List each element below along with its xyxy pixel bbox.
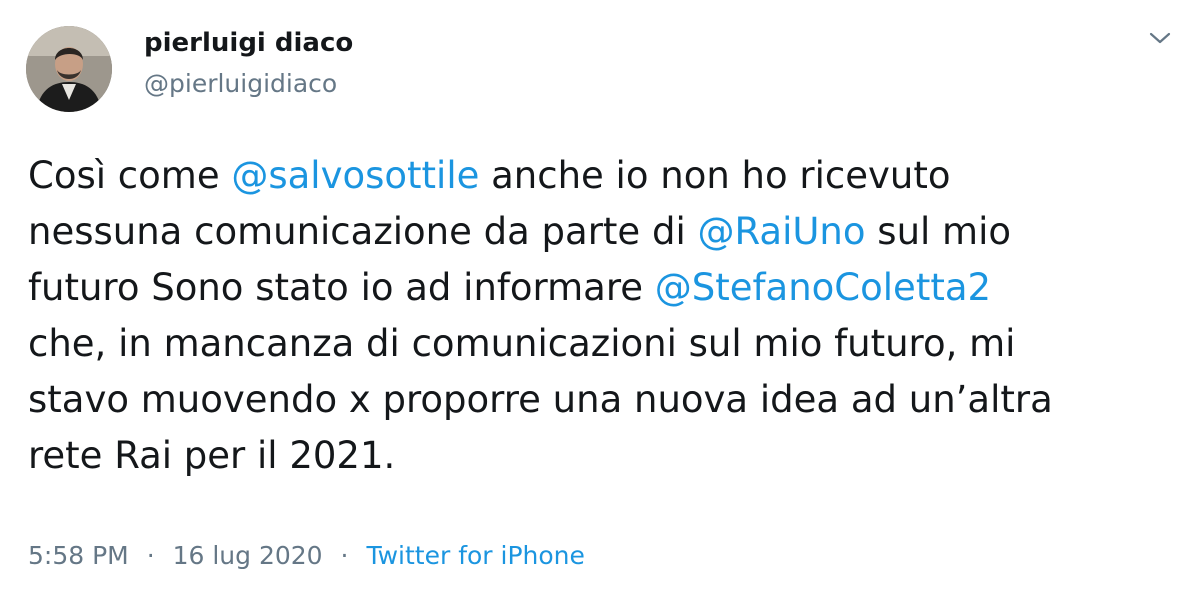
tweet-meta: 5:58 PM · 16 lug 2020 · Twitter for iPho… — [28, 536, 585, 576]
avatar-image — [26, 26, 112, 112]
meta-separator: · — [340, 541, 349, 570]
tweet-text: Così come @salvosottile anche io non ho … — [28, 148, 1178, 484]
tweet-text-segment: sul mio — [865, 210, 1012, 253]
tweet-text-segment: stavo muovendo x proporre una nuova idea… — [28, 378, 1053, 421]
author-handle[interactable]: @pierluigidiaco — [144, 68, 337, 100]
tweet-text-segment: nessuna comunicazione da parte di — [28, 210, 698, 253]
tweet-source-link[interactable]: Twitter for iPhone — [366, 541, 584, 570]
tweet-text-line: Così come @salvosottile anche io non ho … — [28, 148, 1178, 204]
mention-link[interactable]: @salvosottile — [231, 154, 479, 197]
tweet-text-segment: futuro Sono stato io ad informare — [28, 266, 655, 309]
avatar[interactable] — [26, 26, 112, 112]
tweet-text-line: futuro Sono stato io ad informare @Stefa… — [28, 260, 1178, 316]
chevron-down-icon[interactable] — [1146, 24, 1174, 52]
tweet-time[interactable]: 5:58 PM — [28, 541, 129, 570]
tweet-text-line: rete Rai per il 2021. — [28, 428, 1178, 484]
mention-link[interactable]: @RaiUno — [698, 210, 866, 253]
meta-separator: · — [146, 541, 155, 570]
tweet-text-line: stavo muovendo x proporre una nuova idea… — [28, 372, 1178, 428]
tweet-text-line: che, in mancanza di comunicazioni sul mi… — [28, 316, 1178, 372]
tweet-text-segment: che, in mancanza di comunicazioni sul mi… — [28, 322, 1016, 365]
tweet-text-line: nessuna comunicazione da parte di @RaiUn… — [28, 204, 1178, 260]
tweet-text-segment: Così come — [28, 154, 232, 197]
tweet-card: pierluigi diaco @pierluigidiaco Così com… — [0, 0, 1200, 600]
tweet-date[interactable]: 16 lug 2020 — [173, 541, 323, 570]
tweet-text-segment: anche io non ho ricevuto — [479, 154, 951, 197]
mention-link[interactable]: @StefanoColetta2 — [655, 266, 991, 309]
tweet-text-segment: rete Rai per il 2021. — [28, 434, 396, 477]
author-name[interactable]: pierluigi diaco — [144, 26, 353, 60]
